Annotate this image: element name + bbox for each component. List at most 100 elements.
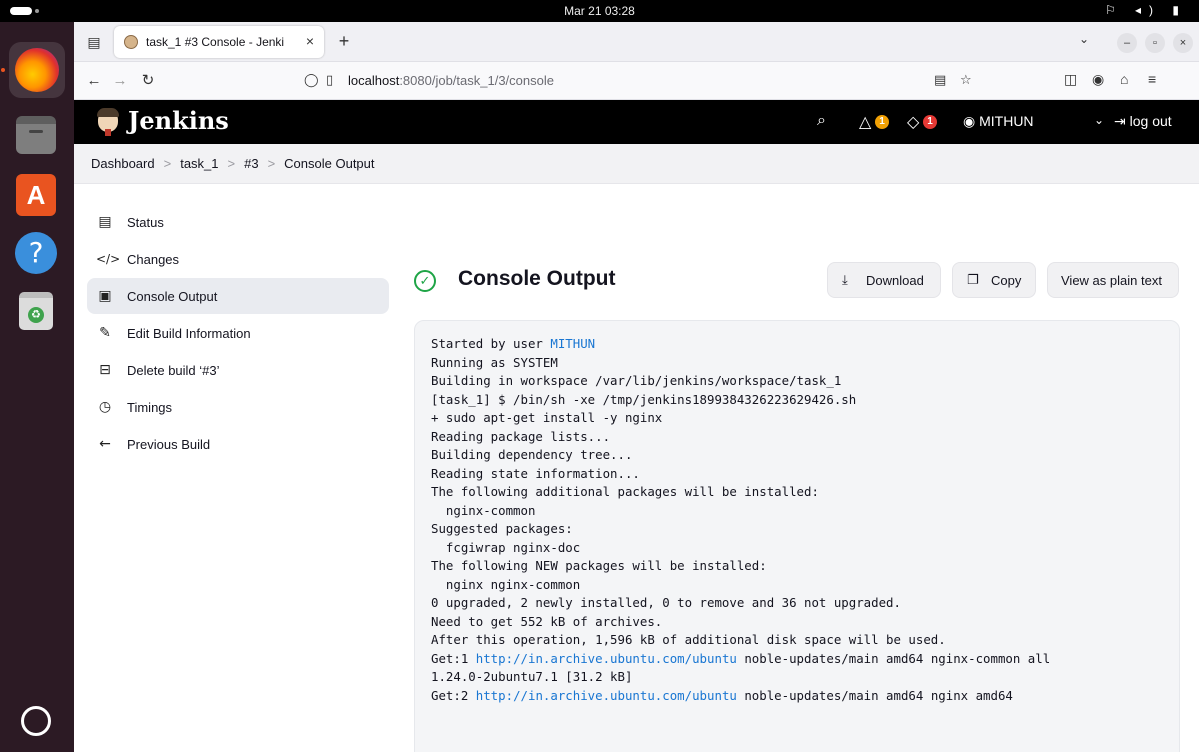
breadcrumb-separator-icon: > (163, 156, 172, 171)
view-plain-text-label: View as plain text (1061, 273, 1162, 288)
reload-icon[interactable]: ↻ (136, 70, 160, 92)
tab-close-icon[interactable]: × (306, 33, 314, 49)
console-line: The following NEW packages will be insta… (431, 557, 1050, 576)
url-bar[interactable]: ◯ ▯ localhost:8080/job/task_1/3/console … (300, 67, 984, 95)
sidebar-item-delete-build[interactable]: ⊟ Delete build ‘#3’ (87, 352, 389, 388)
jenkins-favicon-icon (124, 35, 138, 49)
extensions-icon[interactable]: ⌂ (1120, 71, 1128, 87)
breadcrumb-task[interactable]: task_1 (180, 156, 218, 171)
close-window-icon[interactable]: × (1173, 33, 1193, 53)
sidebar-item-status[interactable]: ▤ Status (87, 204, 389, 240)
sidebar-item-timings[interactable]: ◷ Timings (87, 389, 389, 425)
jenkins-header: Jenkins ⌕ △ 1 ◇ 1 ◉ MITHUN ⌄ ⇥ log out (74, 100, 1199, 144)
console-text: The following additional packages will b… (431, 484, 819, 499)
minimize-icon[interactable]: – (1117, 33, 1137, 53)
url-text[interactable]: localhost:8080/job/task_1/3/console (348, 73, 554, 88)
logout-label: log out (1129, 113, 1172, 129)
jenkins-brand[interactable]: Jenkins (128, 106, 229, 135)
dock-firefox[interactable] (9, 42, 65, 98)
copy-label: Copy (991, 273, 1022, 288)
bookmark-star-icon[interactable]: ☆ (960, 72, 972, 88)
console-line: Reading package lists... (431, 428, 1050, 447)
console-link[interactable]: http://in.archive.ubuntu.com/ubuntu (476, 688, 737, 703)
console-link[interactable]: http://in.archive.ubuntu.com/ubuntu (476, 651, 737, 666)
dock-trash[interactable]: ♻ (13, 288, 59, 334)
copy-button[interactable]: ❐ Copy (952, 262, 1036, 298)
maximize-icon[interactable]: ▫ (1145, 33, 1165, 53)
sidebar-item-console-output[interactable]: ▣ Console Output (87, 278, 389, 314)
console-line: Started by user MITHUN (431, 335, 1050, 354)
logout-link[interactable]: ⇥ log out (1114, 113, 1172, 130)
console-text: Suggested packages: (431, 521, 573, 536)
console-text: Need to get 552 kB of archives. (431, 613, 663, 629)
search-icon[interactable]: ⌕ (817, 112, 826, 130)
download-label: Download (866, 273, 924, 288)
download-icon: ⤓ (842, 272, 848, 287)
console-text: 1.24.0-2ubuntu7.1 [31.2 kB] (431, 669, 633, 684)
tab-jenkins-console[interactable]: task_1 #3 Console - Jenki × (114, 26, 324, 58)
dock-show-apps[interactable] (13, 698, 59, 744)
console-line: nginx-common (431, 502, 1050, 521)
sidebar-item-label: Timings (127, 400, 173, 415)
sidebar-item-previous-build[interactable]: ← Previous Build (87, 426, 389, 462)
files-icon (16, 116, 56, 154)
account-icon[interactable]: ◉ (1092, 71, 1104, 88)
clock[interactable]: Mar 21 03:28 (0, 4, 1199, 18)
console-line: Need to get 552 kB of archives. (431, 613, 1050, 632)
console-line: + sudo apt-get install -y nginx (431, 409, 1050, 428)
console-text: After this operation, 1,596 kB of additi… (431, 632, 946, 647)
system-tray[interactable]: ⚐ ◂) ▮ (1105, 3, 1187, 17)
new-tab-button[interactable]: + (332, 30, 356, 54)
page-title: Console Output (458, 267, 616, 290)
notifications-bell-icon[interactable]: △ (859, 112, 871, 132)
firefox-window: ▤ task_1 #3 Console - Jenki × + ⌄ – ▫ × … (74, 22, 1199, 752)
reader-view-icon[interactable]: ▤ (934, 72, 946, 88)
arrow-left-icon: ← (99, 436, 111, 452)
security-shield-icon[interactable]: ◇ (907, 112, 919, 132)
app-center-icon: A (16, 174, 56, 216)
sidebar-item-label: Previous Build (127, 437, 211, 452)
console-text: 0 upgraded, 2 newly installed, 0 to remo… (431, 595, 901, 610)
forward-icon[interactable]: → (108, 70, 132, 92)
dock-help[interactable]: ? (13, 230, 59, 276)
console-line: Get:2 http://in.archive.ubuntu.com/ubunt… (431, 687, 1050, 706)
console-line: 1.24.0-2ubuntu7.1 [31.2 kB] (431, 668, 1050, 687)
breadcrumb-console-output[interactable]: Console Output (284, 156, 374, 171)
tracking-shield-icon[interactable]: ◯ (304, 72, 319, 88)
jenkins-logo-icon[interactable] (94, 108, 122, 136)
dock-files[interactable] (13, 112, 59, 158)
download-button[interactable]: ⤓ Download (827, 262, 941, 298)
sidebar-item-edit-build-information[interactable]: ✎ Edit Build Information (87, 315, 389, 351)
console-text: The following NEW packages will be insta… (431, 558, 767, 573)
page-info-icon[interactable]: ▯ (326, 72, 333, 88)
success-check-icon: ✓ (414, 270, 436, 292)
firefox-view-icon[interactable]: ▤ (82, 30, 106, 54)
copy-icon: ❐ (967, 272, 979, 287)
user-name: MITHUN (979, 113, 1034, 129)
sidebar-item-label: Delete build ‘#3’ (127, 363, 220, 378)
console-line: After this operation, 1,596 kB of additi… (431, 631, 1050, 650)
security-badge[interactable]: 1 (923, 115, 937, 129)
sidebar-item-label: Changes (127, 252, 180, 267)
console-line: Reading state information... (431, 465, 1050, 484)
console-line: [task_1] $ /bin/sh -xe /tmp/jenkins18993… (431, 391, 1050, 410)
console-line: Building dependency tree... (431, 446, 1050, 465)
sidebar-item-changes[interactable]: </> Changes (87, 241, 389, 277)
breadcrumb-build[interactable]: #3 (244, 156, 258, 171)
pocket-icon[interactable]: ◫ (1064, 71, 1077, 88)
user-chevron-down-icon[interactable]: ⌄ (1094, 113, 1104, 127)
user-menu[interactable]: ◉ MITHUN (963, 113, 1034, 130)
console-text: nginx-common (431, 502, 536, 518)
dock-app-center[interactable]: A (13, 172, 59, 218)
sidebar-item-label: Status (127, 215, 164, 230)
view-plain-text-button[interactable]: View as plain text (1047, 262, 1179, 298)
console-text: noble-updates/main amd64 nginx-common al… (736, 650, 1051, 666)
breadcrumb-dashboard[interactable]: Dashboard (91, 156, 155, 171)
breadcrumb-separator-icon: > (227, 156, 236, 171)
console-link[interactable]: MITHUN (550, 336, 595, 351)
console-output-panel[interactable]: Started by user MITHUN Running as SYSTEM B… (414, 320, 1180, 752)
app-menu-icon[interactable]: ≡ (1148, 71, 1156, 87)
back-icon[interactable]: ← (82, 70, 106, 92)
list-all-tabs-icon[interactable]: ⌄ (1079, 32, 1089, 46)
notifications-badge[interactable]: 1 (875, 115, 889, 129)
